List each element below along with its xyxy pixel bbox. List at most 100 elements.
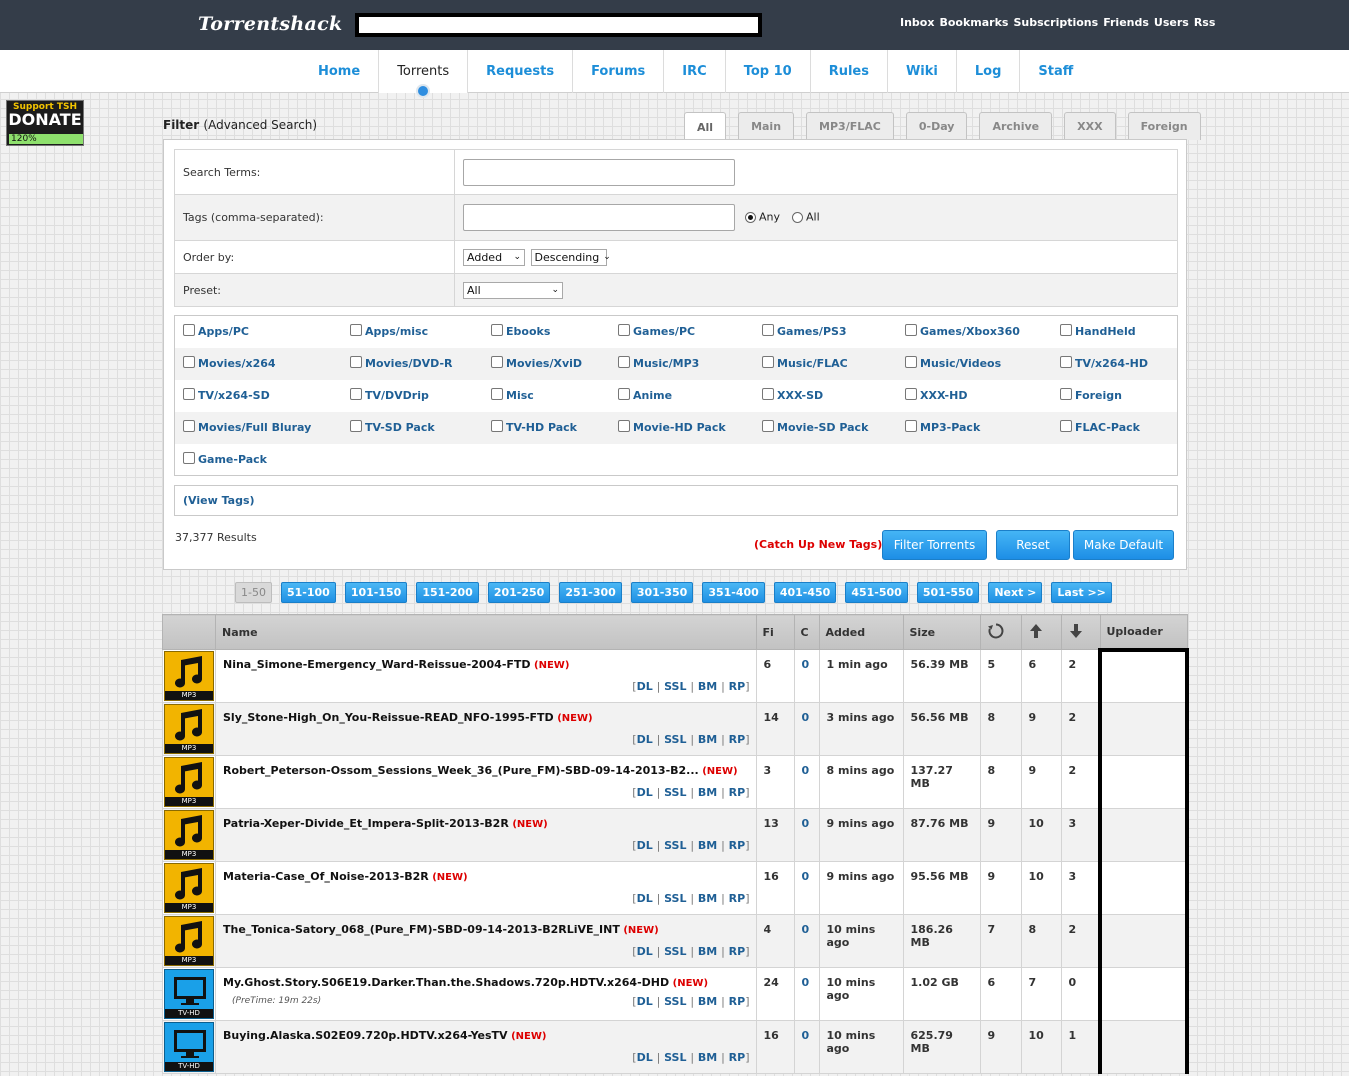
report-link[interactable]: RP xyxy=(729,945,746,958)
nav-irc[interactable]: IRC xyxy=(664,50,726,93)
header-snatched[interactable] xyxy=(979,614,1022,650)
ssl-download-link[interactable]: SSL xyxy=(664,786,686,799)
bookmark-link[interactable]: BM xyxy=(698,839,717,852)
users-link[interactable]: Users xyxy=(1154,16,1189,29)
order-direction-select[interactable]: Descending ⌄ xyxy=(530,248,611,266)
next-page-button[interactable]: Next > xyxy=(988,582,1043,603)
report-link[interactable]: RP xyxy=(729,892,746,905)
page-link[interactable]: 201-250 xyxy=(487,582,551,603)
tv-hd-category-icon[interactable]: TV-HD xyxy=(164,969,214,1019)
checkbox[interactable] xyxy=(1060,388,1072,400)
checkbox[interactable] xyxy=(491,324,503,336)
header-name[interactable]: Name xyxy=(215,614,757,650)
mp3-category-icon[interactable]: MP3 xyxy=(164,651,214,701)
bookmarks-link[interactable]: Bookmarks xyxy=(939,16,1008,29)
checkbox[interactable] xyxy=(762,420,774,432)
ssl-download-link[interactable]: SSL xyxy=(664,733,686,746)
checkbox[interactable] xyxy=(491,420,503,432)
bookmark-link[interactable]: BM xyxy=(698,945,717,958)
friends-link[interactable]: Friends xyxy=(1103,16,1149,29)
search-terms-input[interactable] xyxy=(463,158,735,186)
checkbox[interactable] xyxy=(183,420,195,432)
torrent-name-link[interactable]: Patria-Xeper-Divide_Et_Impera-Split-2013… xyxy=(223,817,509,830)
tags-any-radio[interactable] xyxy=(744,212,756,223)
download-link[interactable]: DL xyxy=(637,839,653,852)
report-link[interactable]: RP xyxy=(729,1051,746,1064)
checkbox[interactable] xyxy=(905,420,917,432)
preset-select[interactable]: All ⌄ xyxy=(463,281,563,299)
category-icon-cell[interactable]: MP3 xyxy=(162,649,216,703)
checkbox[interactable] xyxy=(905,388,917,400)
site-logo[interactable]: Torrentshack xyxy=(198,13,343,35)
download-link[interactable]: DL xyxy=(637,892,653,905)
comments-count[interactable]: 0 xyxy=(793,755,820,809)
comments-count[interactable]: 0 xyxy=(793,702,820,756)
category-movies-xvid[interactable]: Movies/XviD xyxy=(491,356,582,370)
bookmark-link[interactable]: BM xyxy=(698,995,717,1008)
page-link[interactable]: 501-550 xyxy=(916,582,980,603)
category-game-pack[interactable]: Game-Pack xyxy=(183,452,267,466)
nav-rules[interactable]: Rules xyxy=(811,50,888,93)
mp3-category-icon[interactable]: MP3 xyxy=(164,704,214,754)
nav-torrents[interactable]: Torrents xyxy=(379,50,469,98)
inbox-link[interactable]: Inbox xyxy=(900,16,934,29)
category-icon-cell[interactable]: TV-HD xyxy=(162,967,216,1021)
checkbox[interactable] xyxy=(618,388,630,400)
header-leechers[interactable] xyxy=(1060,614,1101,650)
category-icon-cell[interactable]: MP3 xyxy=(162,861,216,915)
download-link[interactable]: DL xyxy=(637,733,653,746)
checkbox[interactable] xyxy=(183,388,195,400)
category-tv-dvdrip[interactable]: TV/DVDrip xyxy=(350,388,429,402)
category-foreign[interactable]: Foreign xyxy=(1060,388,1122,402)
nav-requests[interactable]: Requests xyxy=(468,50,574,93)
category-tv-sd-pack[interactable]: TV-SD Pack xyxy=(350,420,435,434)
category-xxx-sd[interactable]: XXX-SD xyxy=(762,388,823,402)
view-tags-link[interactable]: (View Tags) xyxy=(174,485,1178,516)
ssl-download-link[interactable]: SSL xyxy=(664,839,686,852)
category-movies-x264[interactable]: Movies/x264 xyxy=(183,356,276,370)
page-link[interactable]: 351-400 xyxy=(702,582,765,603)
header-files[interactable]: Fi xyxy=(755,614,795,650)
page-link[interactable]: 451-500 xyxy=(845,582,908,603)
category-icon-cell[interactable]: MP3 xyxy=(162,808,216,862)
bookmark-link[interactable]: BM xyxy=(698,786,717,799)
category-icon-cell[interactable]: MP3 xyxy=(162,914,216,968)
checkbox[interactable] xyxy=(1060,356,1072,368)
category-tv-x264-sd[interactable]: TV/x264-SD xyxy=(183,388,270,402)
checkbox[interactable] xyxy=(350,388,362,400)
mp3-category-icon[interactable]: MP3 xyxy=(164,863,214,913)
category-ebooks[interactable]: Ebooks xyxy=(491,324,550,338)
category-xxx-hd[interactable]: XXX-HD xyxy=(905,388,967,402)
comments-count[interactable]: 0 xyxy=(793,967,820,1021)
ssl-download-link[interactable]: SSL xyxy=(664,995,686,1008)
tab-main[interactable]: Main xyxy=(738,112,795,140)
checkbox[interactable] xyxy=(491,356,503,368)
mp3-category-icon[interactable]: MP3 xyxy=(164,916,214,966)
category-games-ps3[interactable]: Games/PS3 xyxy=(762,324,847,338)
download-link[interactable]: DL xyxy=(637,680,653,693)
subscriptions-link[interactable]: Subscriptions xyxy=(1013,16,1098,29)
category-mp3-pack[interactable]: MP3-Pack xyxy=(905,420,980,434)
category-apps-misc[interactable]: Apps/misc xyxy=(350,324,428,338)
bookmark-link[interactable]: BM xyxy=(698,680,717,693)
ssl-download-link[interactable]: SSL xyxy=(664,1051,686,1064)
ssl-download-link[interactable]: SSL xyxy=(664,680,686,693)
nav-wiki[interactable]: Wiki xyxy=(888,50,957,93)
tags-all-radio[interactable] xyxy=(791,212,803,223)
torrent-name-link[interactable]: Materia-Case_Of_Noise-2013-B2R xyxy=(223,870,429,883)
tab-0day[interactable]: 0-Day xyxy=(905,112,968,140)
advanced-search-link[interactable]: (Advanced Search) xyxy=(203,118,317,132)
report-link[interactable]: RP xyxy=(729,786,746,799)
checkbox[interactable] xyxy=(183,452,195,464)
mp3-category-icon[interactable]: MP3 xyxy=(164,757,214,807)
checkbox[interactable] xyxy=(350,356,362,368)
category-misc[interactable]: Misc xyxy=(491,388,534,402)
comments-count[interactable]: 0 xyxy=(793,649,820,703)
header-size[interactable]: Size xyxy=(902,614,981,650)
ssl-download-link[interactable]: SSL xyxy=(664,945,686,958)
checkbox[interactable] xyxy=(618,356,630,368)
category-tv-x264-hd[interactable]: TV/x264-HD xyxy=(1060,356,1148,370)
category-icon-cell[interactable]: TV-HD xyxy=(162,1020,216,1074)
checkbox[interactable] xyxy=(905,324,917,336)
header-comments[interactable]: C xyxy=(793,614,820,650)
